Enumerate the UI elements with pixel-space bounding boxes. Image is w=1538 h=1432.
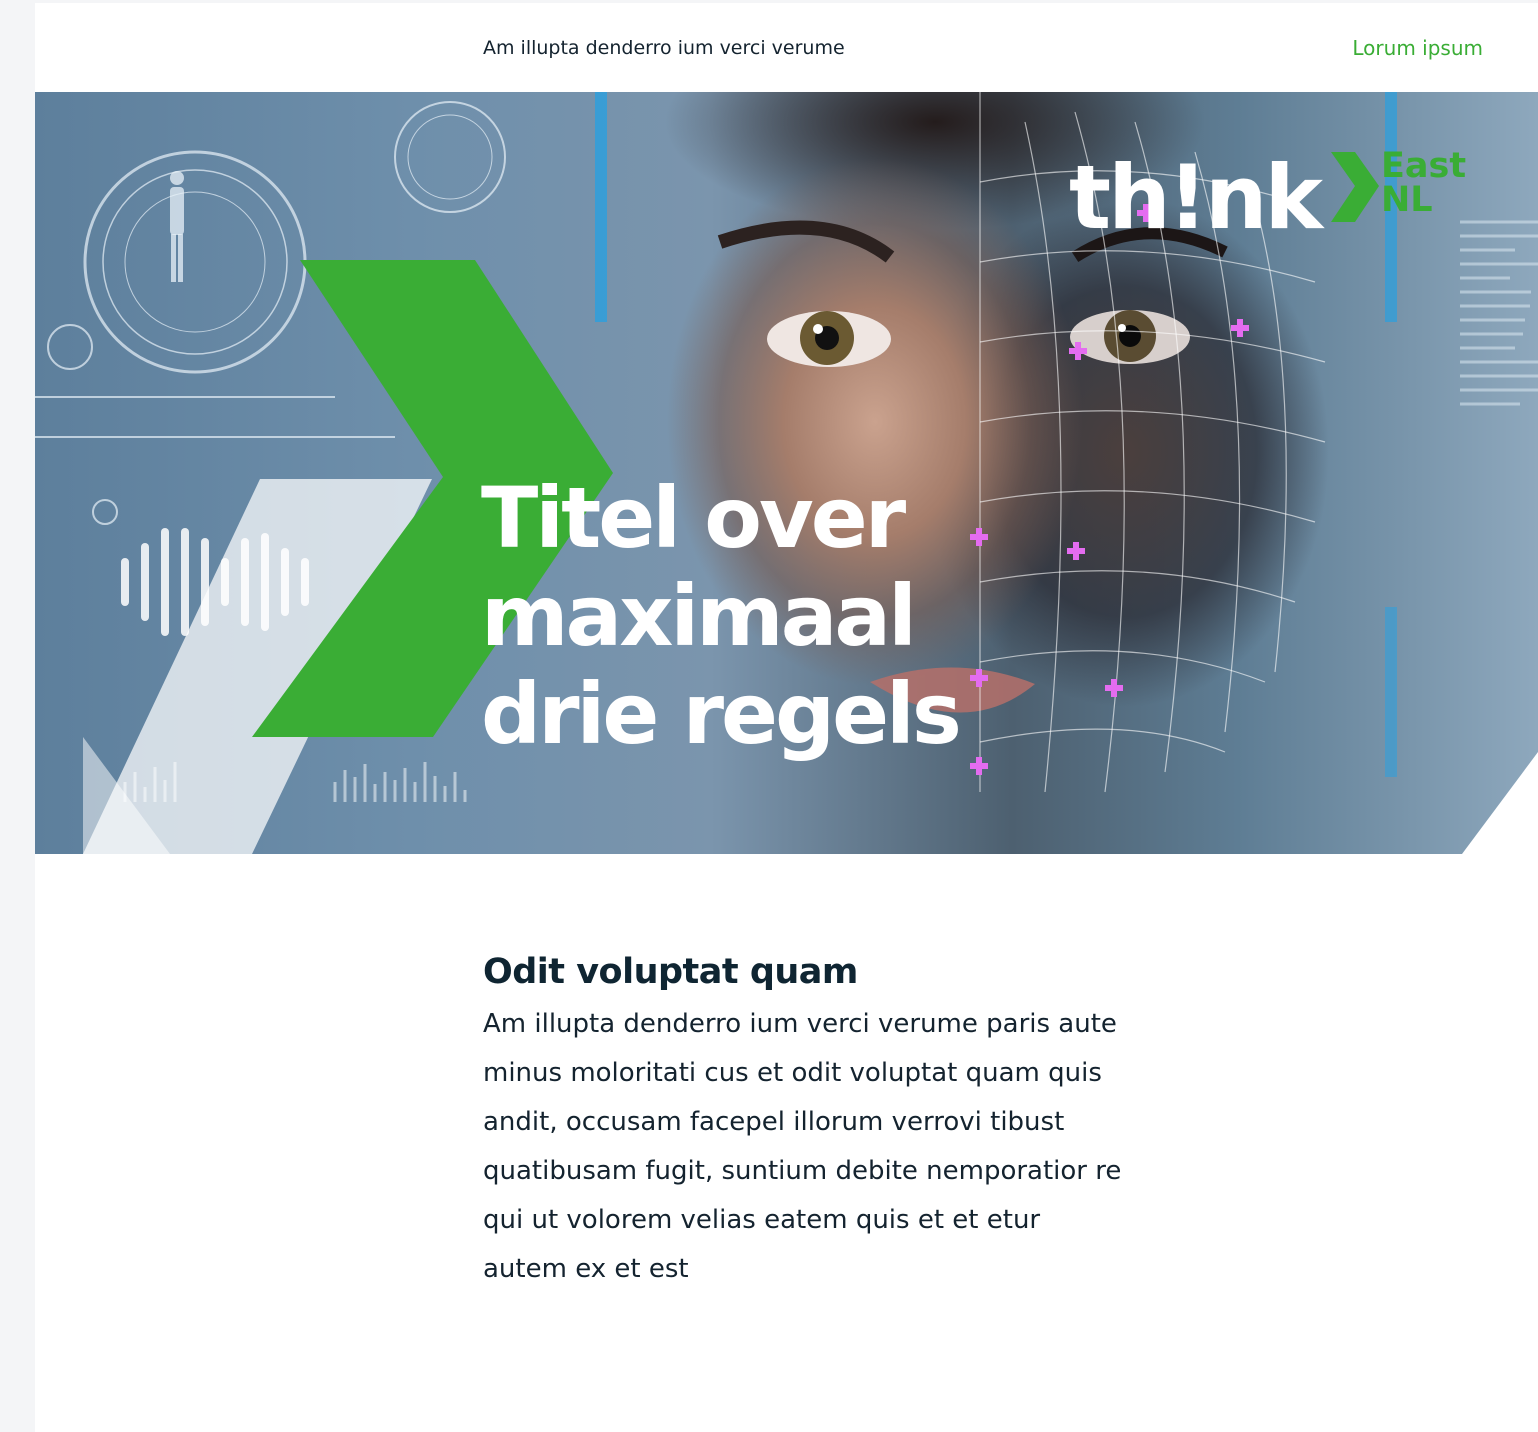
article-body: Am illupta denderro ium verci verume par… [483, 1009, 1122, 1284]
logo-region-nl: NL [1381, 180, 1433, 220]
logo-wordmark: th!nk [1069, 146, 1323, 249]
article-section: Odit voluptat quam Am illupta denderro i… [483, 948, 1123, 1294]
hero-banner: th!nk East NL Titel over maximaal drie r… [35, 92, 1538, 854]
logo-region-east: East [1381, 146, 1467, 186]
view-online-link[interactable]: Lorum ipsum [1352, 36, 1483, 60]
email-topbar: Am illupta denderro ium verci verume Lor… [35, 3, 1538, 92]
hero-title: Titel over maximaal drie regels [481, 469, 962, 763]
blue-accent-bar [595, 92, 607, 322]
hud-text-lines [1460, 220, 1538, 406]
email-page: Am illupta denderro ium verci verume Lor… [35, 3, 1538, 1432]
article-heading: Odit voluptat quam [483, 952, 858, 992]
preheader-text: Am illupta denderro ium verci verume [483, 37, 845, 59]
think-east-nl-logo[interactable]: th!nk East NL [1069, 148, 1469, 248]
chevron-right-icon [1331, 152, 1379, 222]
human-figure-icon [170, 171, 184, 282]
